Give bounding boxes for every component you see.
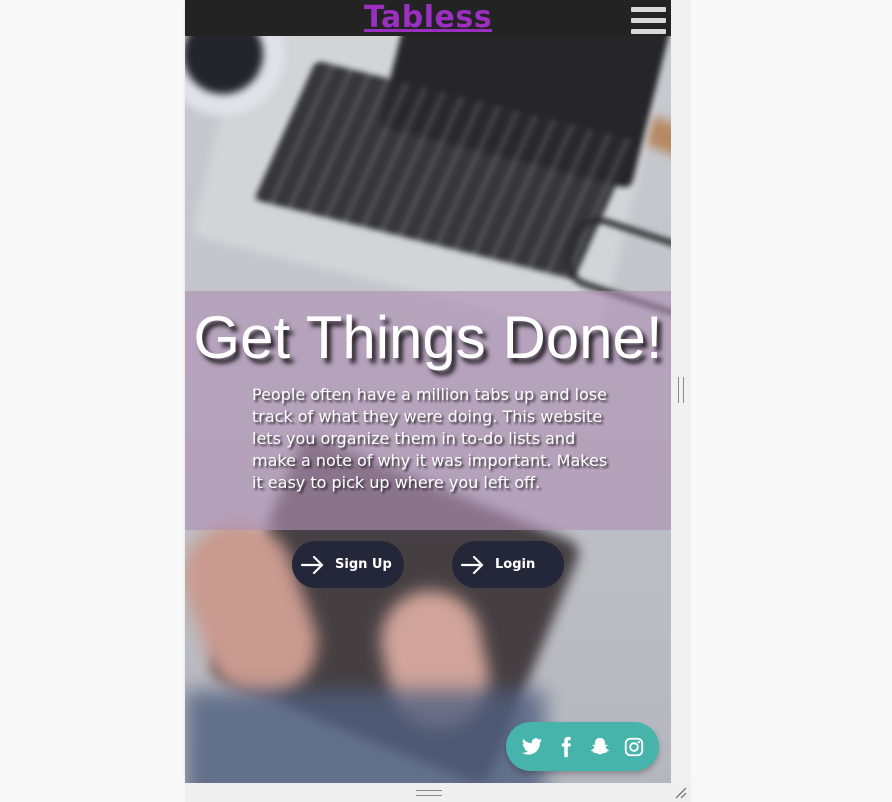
navbar: Tabless: [185, 0, 671, 36]
hero-section: Get Things Done! People often have a mil…: [185, 291, 671, 530]
signup-button-label: Sign Up: [335, 557, 392, 572]
viewport-width-resize-handle[interactable]: [678, 377, 684, 403]
login-button-label: Login: [495, 557, 536, 572]
brand-logo-link[interactable]: Tabless: [185, 0, 671, 36]
hero-description: People often have a million tabs up and …: [252, 385, 608, 492]
arrow-right-icon: [301, 555, 324, 574]
viewport-corner-resize-handle[interactable]: [674, 786, 688, 800]
twitter-icon[interactable]: [521, 736, 543, 758]
instagram-icon[interactable]: [623, 736, 645, 758]
social-links: [506, 722, 659, 771]
snapchat-icon[interactable]: [589, 736, 611, 758]
signup-button[interactable]: Sign Up: [292, 541, 404, 588]
viewport-height-resize-handle[interactable]: [416, 790, 442, 796]
arrow-right-icon: [461, 555, 484, 574]
login-button[interactable]: Login: [452, 541, 564, 588]
device-viewport: Tabless Get Things Done! People often ha…: [185, 0, 671, 783]
facebook-icon[interactable]: [555, 736, 577, 758]
hamburger-menu-icon[interactable]: [631, 7, 666, 35]
hero-headline: Get Things Done!: [193, 304, 663, 371]
